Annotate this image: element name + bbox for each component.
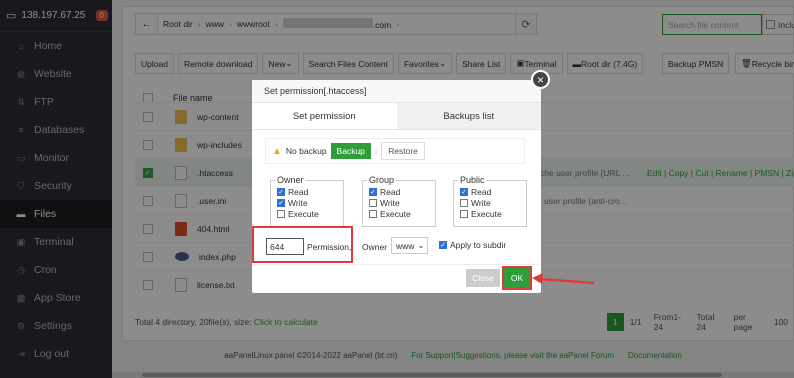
set-permission-dialog: Set permission[.htaccess] × Set permissi…	[252, 70, 550, 293]
public-read-checkbox[interactable]: ✓	[460, 187, 468, 196]
owner-execute-checkbox[interactable]	[277, 209, 285, 218]
close-icon[interactable]: ×	[531, 70, 550, 89]
warning-icon: ▲	[272, 145, 282, 157]
group-permissions: Group ✓ Read Write Execute	[362, 175, 436, 227]
owner-select[interactable]: www ⌄	[391, 237, 428, 254]
backup-row: ▲ No backup Backup | Restore	[265, 138, 525, 164]
permission-label: Permission,	[307, 242, 352, 252]
chevron-down-icon: ⌄	[417, 240, 425, 250]
public-write-checkbox[interactable]	[460, 198, 468, 207]
public-execute-checkbox[interactable]	[460, 209, 468, 218]
owner-label: Owner	[362, 242, 388, 252]
red-arrow-icon	[532, 273, 595, 285]
ok-button[interactable]: OK	[502, 266, 532, 290]
tab-set-permission[interactable]: Set permission	[252, 103, 397, 129]
restore-button[interactable]: Restore	[381, 142, 425, 160]
apply-subdir[interactable]: ✓ Apply to subdir	[439, 240, 506, 250]
no-backup-text: No backup	[285, 146, 327, 156]
owner-read-checkbox[interactable]: ✓	[277, 187, 285, 196]
backup-button[interactable]: Backup	[330, 143, 371, 159]
dialog-tabs: Set permission Backups list	[252, 103, 541, 130]
apply-subdir-checkbox[interactable]: ✓	[439, 241, 447, 249]
dialog-title: Set permission[.htaccess]	[252, 80, 541, 103]
public-permissions: Public ✓ Read Write Execute	[453, 175, 527, 227]
tab-backups-list[interactable]: Backups list	[396, 103, 541, 129]
owner-permissions: Owner ✓ Read ✓ Write Execute	[270, 175, 344, 227]
owner-write-checkbox[interactable]: ✓	[277, 198, 285, 207]
group-read-checkbox[interactable]: ✓	[369, 187, 377, 196]
close-button[interactable]: Close	[466, 269, 500, 287]
group-execute-checkbox[interactable]	[369, 209, 377, 218]
group-write-checkbox[interactable]	[369, 198, 377, 207]
permission-input[interactable]: 644	[266, 238, 304, 255]
